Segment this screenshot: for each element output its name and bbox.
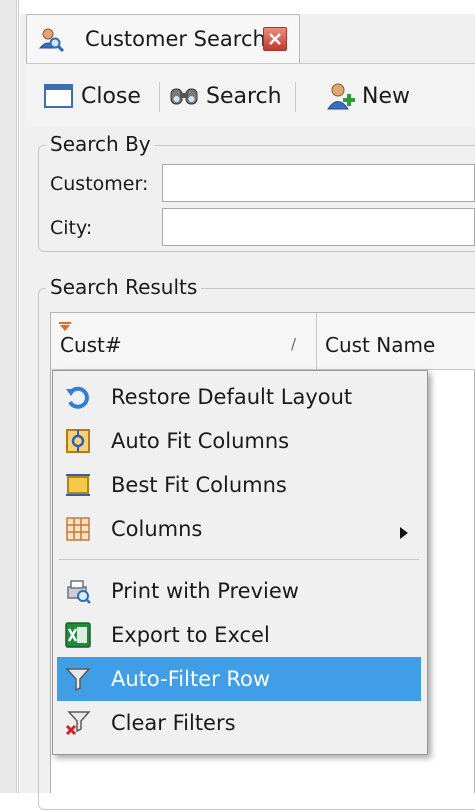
menu-item-label: Auto-Filter Row bbox=[111, 667, 271, 691]
customer-label: Customer: bbox=[50, 173, 149, 195]
search-button-label: Search bbox=[206, 83, 282, 109]
city-label: City: bbox=[50, 217, 93, 239]
menu-item-best-fit-columns[interactable]: Best Fit Columns bbox=[57, 463, 421, 507]
submenu-arrow-icon bbox=[399, 521, 409, 545]
column-resize-icon: / bbox=[291, 335, 297, 353]
menu-item-print-with-preview[interactable]: Print with Preview bbox=[57, 569, 421, 613]
customer-search-icon bbox=[38, 26, 65, 53]
new-button-label: New bbox=[362, 83, 410, 109]
menu-item-columns[interactable]: Columns bbox=[57, 507, 421, 551]
menu-item-label: Export to Excel bbox=[111, 623, 270, 647]
customer-field[interactable] bbox=[162, 164, 475, 202]
excel-icon bbox=[65, 622, 91, 648]
close-tab-icon[interactable] bbox=[263, 27, 287, 51]
grid-header: Cust# / Cust Name bbox=[51, 313, 475, 370]
menu-item-auto-fit-columns[interactable]: Auto Fit Columns bbox=[57, 419, 421, 463]
close-button[interactable]: Close bbox=[44, 81, 141, 111]
columns-icon bbox=[65, 516, 91, 542]
toolbar-separator bbox=[159, 82, 160, 112]
menu-separator bbox=[59, 559, 419, 560]
menu-item-label: Columns bbox=[111, 517, 203, 541]
toolbar-separator bbox=[295, 82, 296, 112]
auto-fit-icon bbox=[65, 428, 91, 454]
best-fit-icon bbox=[65, 472, 91, 498]
close-button-label: Close bbox=[81, 83, 141, 109]
left-edge-divider bbox=[18, 0, 19, 793]
tab-customer-search[interactable]: Customer Search bbox=[26, 14, 300, 64]
menu-item-restore-default-layout[interactable]: Restore Default Layout bbox=[57, 375, 421, 419]
menu-item-auto-filter-row[interactable]: Auto-Filter Row bbox=[57, 657, 421, 701]
left-edge-bar bbox=[0, 0, 17, 793]
add-customer-icon bbox=[326, 82, 356, 110]
filter-icon bbox=[65, 666, 91, 692]
menu-item-label: Auto Fit Columns bbox=[111, 429, 290, 453]
menu-item-label: Best Fit Columns bbox=[111, 473, 287, 497]
city-field[interactable] bbox=[162, 208, 475, 246]
search-results-title: Search Results bbox=[46, 275, 202, 299]
binoculars-icon bbox=[168, 85, 200, 107]
grid-context-menu: Restore Default Layout Auto Fit Columns … bbox=[52, 370, 428, 755]
menu-item-label: Restore Default Layout bbox=[111, 385, 353, 409]
tab-title: Customer Search bbox=[85, 27, 266, 51]
column-header-cust-name[interactable]: Cust Name bbox=[325, 333, 435, 357]
column-divider bbox=[316, 313, 317, 369]
clear-filter-icon bbox=[65, 710, 91, 736]
menu-item-export-to-excel[interactable]: Export to Excel bbox=[57, 613, 421, 657]
close-window-icon bbox=[44, 83, 74, 109]
menu-item-label: Print with Preview bbox=[111, 579, 299, 603]
print-preview-icon bbox=[65, 578, 91, 604]
toolbar: Close Search New bbox=[26, 63, 475, 126]
column-header-cust-number[interactable]: Cust# bbox=[60, 333, 122, 357]
search-by-title: Search By bbox=[46, 132, 155, 156]
search-button[interactable]: Search bbox=[168, 81, 282, 111]
menu-item-clear-filters[interactable]: Clear Filters bbox=[57, 701, 421, 745]
menu-item-label: Clear Filters bbox=[111, 711, 236, 735]
restore-layout-icon bbox=[65, 384, 91, 410]
new-button[interactable]: New bbox=[326, 81, 410, 111]
